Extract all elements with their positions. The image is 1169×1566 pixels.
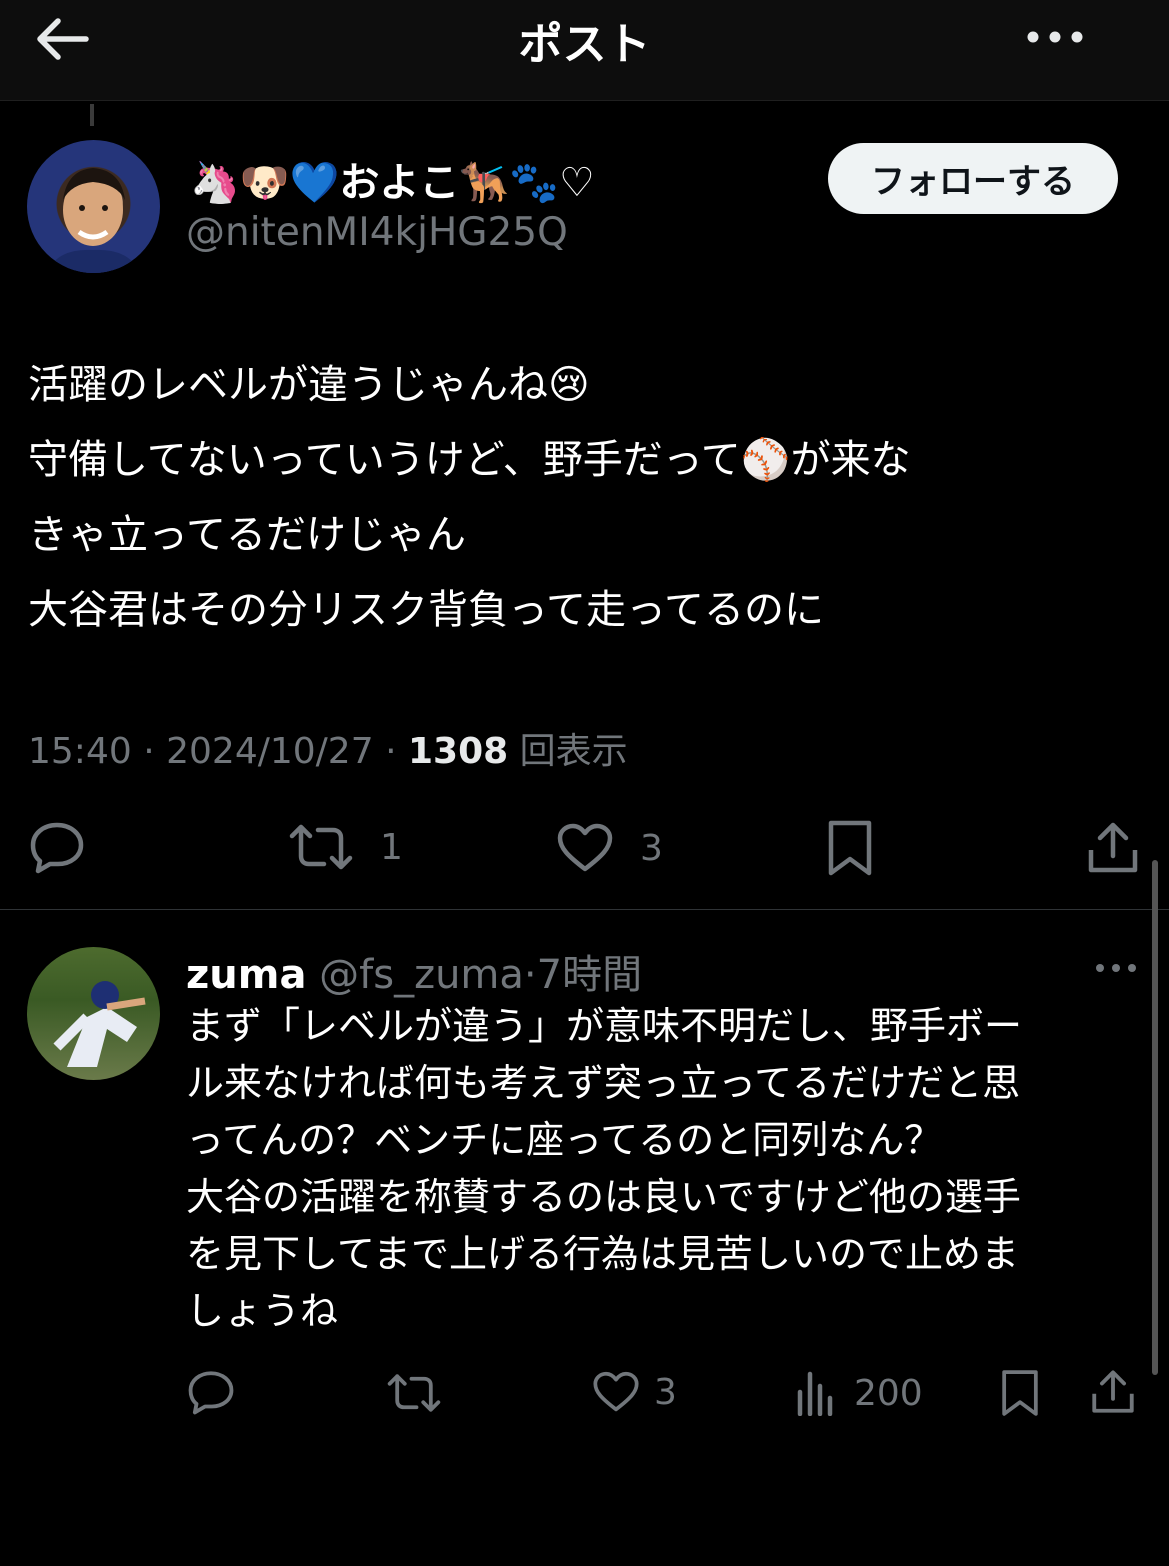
reply-text-line: まず「レベルが違う」が意味不明だし、野手ボー (186, 1004, 1023, 1048)
thread-connector (90, 104, 94, 126)
share-icon (1092, 1370, 1134, 1413)
reply-text-line: ル来なければ何も考えず突っ立ってるだけだと思 (186, 1061, 1021, 1105)
reply-reply-button[interactable] (186, 1369, 236, 1415)
post-text-line: 守備してないっていうけど、野手だって⚾️が来な (28, 437, 911, 483)
post-text-line: 活躍のレベルが違うじゃんね😢 (28, 362, 590, 408)
page-title: ポスト (518, 19, 651, 70)
reply-display-name[interactable]: zuma (186, 952, 306, 998)
reply-header: zuma @fs_zuma·7時間 (186, 942, 642, 1000)
reply-like-button[interactable]: 3 (592, 1370, 677, 1414)
retweet-icon (289, 824, 353, 870)
divider (0, 909, 1169, 910)
like-count: 3 (640, 827, 663, 869)
bookmark-icon (828, 820, 872, 876)
post-date[interactable]: 2024/10/27 (166, 731, 374, 772)
bookmark-button[interactable] (826, 819, 874, 877)
follow-button[interactable]: フォローする (828, 143, 1118, 214)
reply-text-line: を見下してまで上げる行為は見苦しいので止めま (186, 1232, 1019, 1276)
bookmark-icon (1002, 1370, 1038, 1416)
post-text-line: 大谷君はその分リスク背負って走ってるのに (28, 587, 824, 633)
reply-text: まず「レベルが違う」が意味不明だし、野手ボー ル来なければ何も考えず突っ立ってる… (186, 998, 1126, 1340)
retweet-count: 1 (380, 826, 403, 868)
arrow-left-icon (37, 18, 89, 60)
reply-views-button[interactable]: 200 (796, 1370, 923, 1416)
like-button[interactable]: 3 (556, 822, 663, 874)
reply-handle[interactable]: @fs_zuma (319, 952, 524, 998)
meta-separator: · (143, 731, 155, 772)
heart-icon (557, 823, 613, 872)
post-time[interactable]: 15:40 (28, 731, 132, 772)
reply-separator: · (523, 952, 537, 998)
reply-retweet-button[interactable] (386, 1372, 442, 1414)
views-count: 1308 (407, 731, 509, 772)
heart-icon (593, 1371, 639, 1412)
post-meta: 15:40 · 2024/10/27 · 1308 回表示 (28, 722, 628, 774)
reply-avatar[interactable] (27, 947, 160, 1080)
retweet-button[interactable]: 1 (288, 822, 403, 872)
meta-separator: · (385, 731, 397, 772)
author-display-name[interactable]: 🦄🐶💙およこ🐕‍🦺🐾♡ (190, 150, 595, 208)
share-button[interactable] (1086, 820, 1140, 876)
reply-bookmark-button[interactable] (1000, 1368, 1040, 1418)
share-icon (1088, 822, 1138, 873)
reply-views-count: 200 (854, 1372, 923, 1414)
more-options-button[interactable] (1022, 22, 1088, 52)
reply-like-count: 3 (654, 1371, 677, 1413)
reply-share-button[interactable] (1090, 1368, 1136, 1416)
more-horizontal-icon (1096, 964, 1136, 972)
reply-more-button[interactable] (1094, 960, 1138, 974)
back-button[interactable] (30, 12, 94, 66)
reply-icon (30, 822, 84, 874)
post-text: 活躍のレベルが違うじゃんね😢 守備してないっていうけど、野手だって⚾️が来な き… (28, 348, 1138, 648)
author-avatar[interactable] (27, 140, 160, 273)
reply-button[interactable] (28, 820, 86, 874)
analytics-icon (797, 1371, 833, 1416)
reply-text-line: 大谷の活躍を称賛するのは良いですけど他の選手 (186, 1175, 1021, 1219)
top-bar: ポスト (0, 0, 1169, 101)
reply-text-line: しょうね (186, 1289, 339, 1333)
avatar-image (53, 981, 146, 1067)
reply-text-line: ってんの？ベンチに座ってるのと同列なん？ (186, 1118, 943, 1162)
scrollbar[interactable] (1152, 860, 1158, 1375)
views-label: 回表示 (519, 731, 628, 772)
more-horizontal-icon (1027, 31, 1083, 43)
post-text-line: きゃ立ってるだけじゃん (28, 512, 466, 558)
avatar-image (47, 168, 140, 273)
retweet-icon (387, 1374, 441, 1412)
reply-time[interactable]: 7時間 (537, 952, 642, 998)
author-handle[interactable]: @nitenMI4kjHG25Q (186, 210, 568, 255)
reply-icon (188, 1371, 234, 1415)
